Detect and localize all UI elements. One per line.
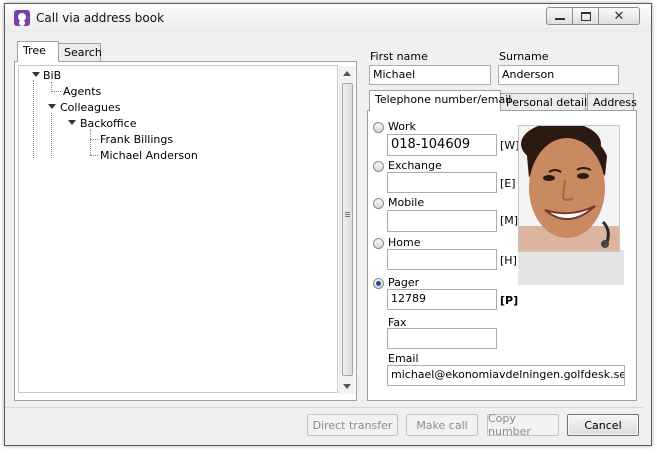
tree-guide-line: [90, 139, 98, 140]
expand-bib-icon[interactable]: [32, 72, 40, 77]
surname-field[interactable]: Anderson: [498, 65, 619, 85]
window-title: Call via address book: [36, 11, 165, 25]
pager-code: [P]: [500, 294, 519, 307]
mobile-number-field[interactable]: [387, 210, 497, 232]
tab-tree[interactable]: Tree: [17, 41, 59, 62]
direct-transfer-button[interactable]: Direct transfer: [307, 414, 398, 436]
scroll-down-icon[interactable]: [343, 384, 351, 389]
button-bar-separator: [5, 407, 643, 408]
cancel-button[interactable]: Cancel: [567, 414, 639, 436]
tab-telephone-email[interactable]: Telephone number/email: [369, 90, 511, 111]
mobile-radio[interactable]: [373, 198, 384, 209]
tree-node-agents[interactable]: Agents: [63, 85, 101, 98]
exchange-code: [E]: [500, 177, 516, 190]
work-radio[interactable]: [373, 122, 384, 133]
maximize-button[interactable]: [572, 7, 599, 25]
pager-radio[interactable]: [373, 278, 384, 289]
contact-photo: [518, 125, 620, 252]
home-number-field[interactable]: [387, 249, 497, 270]
tree-node-bib[interactable]: BiB: [43, 69, 61, 82]
tree-guide-line: [51, 113, 52, 158]
title-bar[interactable]: Call via address book ✕: [5, 4, 651, 32]
tree-node-frank-billings[interactable]: Frank Billings: [100, 133, 173, 146]
surname-label: Surname: [499, 50, 549, 63]
work-code: [W]: [500, 139, 520, 152]
photo-frame: [518, 250, 624, 285]
home-radio[interactable]: [373, 238, 384, 249]
tree-node-backoffice[interactable]: Backoffice: [80, 117, 137, 130]
mobile-code: [M]: [500, 214, 519, 227]
tree-guide-line: [90, 129, 91, 155]
work-label: Work: [388, 120, 416, 133]
tab-search[interactable]: Search: [58, 43, 102, 62]
home-label: Home: [388, 236, 421, 249]
scroll-thumb[interactable]: [342, 83, 353, 376]
minimize-icon: [554, 18, 565, 20]
first-name-field[interactable]: Michael: [369, 65, 491, 85]
pager-number-field[interactable]: 12789: [387, 289, 497, 310]
exchange-number-field[interactable]: [387, 172, 497, 193]
address-book-icon: [14, 10, 30, 26]
fax-number-field[interactable]: [387, 328, 497, 349]
close-button[interactable]: ✕: [598, 7, 640, 25]
copy-number-button[interactable]: Copy number: [487, 412, 559, 438]
expand-backoffice-icon[interactable]: [68, 120, 76, 125]
scroll-up-icon[interactable]: [343, 71, 351, 76]
minimize-button[interactable]: [546, 7, 573, 25]
email-label: Email: [388, 352, 419, 365]
tree-scrollbar[interactable]: [339, 66, 355, 394]
mobile-label: Mobile: [388, 196, 425, 209]
tree-guide-line: [51, 91, 61, 92]
work-number-field[interactable]: 018-104609: [387, 134, 497, 156]
tree-node-michael-anderson[interactable]: Michael Anderson: [100, 149, 198, 162]
email-field[interactable]: michael@ekonomiavdelningen.golfdesk.se: [387, 365, 625, 386]
tree-guide-line: [33, 80, 34, 158]
maximize-icon: [580, 11, 591, 21]
tree-guide-line: [51, 82, 52, 92]
home-code: [H]: [500, 254, 517, 267]
exchange-radio[interactable]: [373, 161, 384, 172]
exchange-label: Exchange: [388, 159, 442, 172]
pager-label: Pager: [388, 276, 420, 289]
close-icon: ✕: [613, 8, 625, 24]
make-call-button[interactable]: Make call: [406, 414, 478, 436]
tree-node-colleagues[interactable]: Colleagues: [60, 101, 120, 114]
tree-guide-line: [90, 155, 98, 156]
person-photo-icon: [519, 126, 619, 251]
expand-colleagues-icon[interactable]: [48, 104, 56, 109]
first-name-label: First name: [370, 50, 428, 63]
